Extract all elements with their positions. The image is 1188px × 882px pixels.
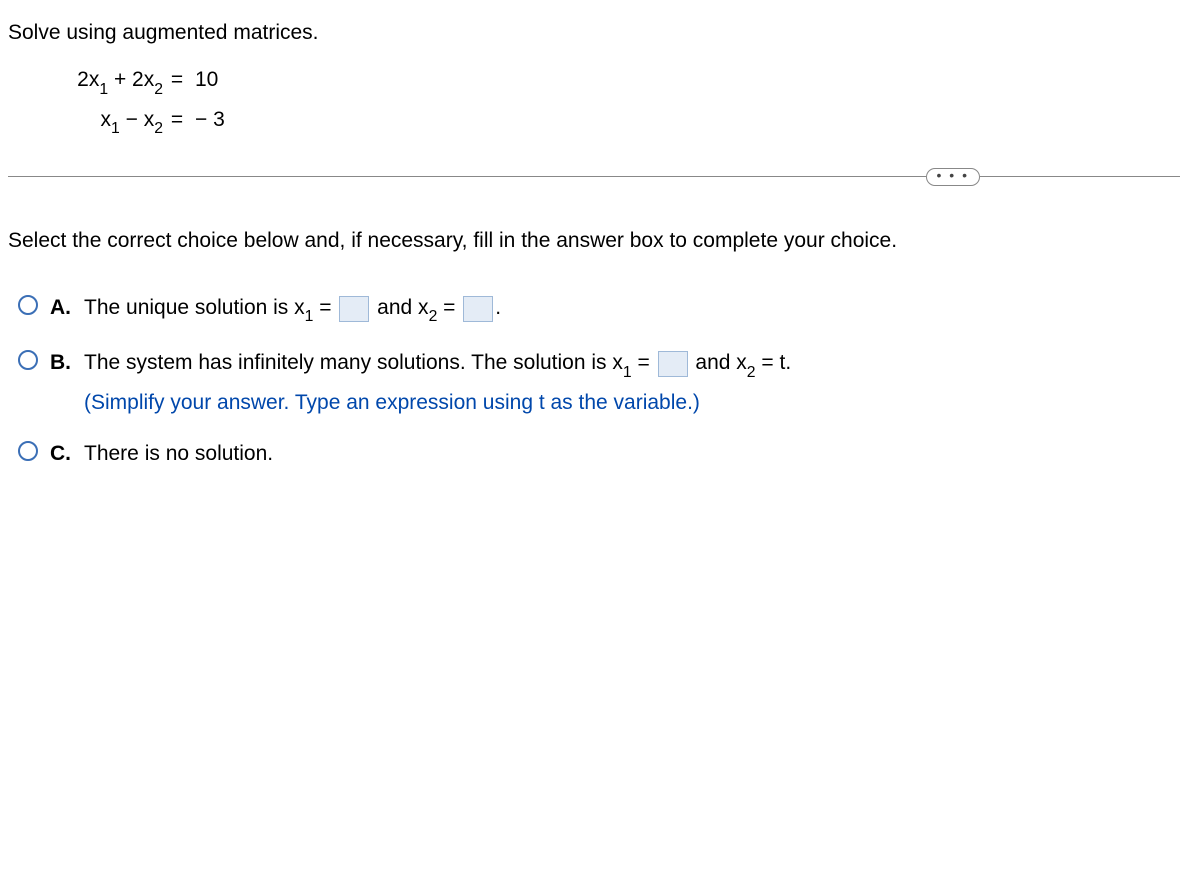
choice-c-row: C. There is no solution. [18,437,1180,468]
choice-a-input-1[interactable] [339,296,369,322]
choice-b-sub2: 2 [747,364,756,381]
section-divider: • • • [8,168,1180,186]
choice-a-sub2: 2 [429,308,438,325]
choice-a-body: The unique solution is x1 = and x2 = . [84,291,1180,326]
eq2-term1: x [101,108,112,131]
radio-b[interactable] [18,350,38,370]
divider-line-right [980,176,1180,177]
question-prompt: Solve using augmented matrices. [8,18,1180,47]
instruction-text: Select the correct choice below and, if … [8,226,1180,255]
equation-block: 2x1 + 2x2 = 10 x1 − x2 = − 3 [63,65,1180,137]
radio-c[interactable] [18,441,38,461]
choice-a-row: A. The unique solution is x1 = and x2 = … [18,291,1180,326]
eq1-term2: 2x [132,68,154,91]
choice-a-text1: The unique solution is x [84,296,305,319]
choice-b-body: The system has infinitely many solutions… [84,346,1180,417]
eq2-term2: x [144,108,155,131]
eq2-op: − [120,108,144,131]
eq2-equals: = [163,105,191,138]
eq2-sub1: 1 [111,120,120,137]
divider-line-left [8,176,926,177]
choice-a-text4: = [437,296,461,319]
choice-b-label: B. [50,346,84,377]
eq1-term1: 2x [77,68,99,91]
choice-a-sub1: 1 [305,308,314,325]
choice-a-text3: and x [371,296,428,319]
choice-b-text4: = t. [756,351,792,374]
choice-a-input-2[interactable] [463,296,493,322]
equation-2: x1 − x2 = − 3 [63,105,1180,138]
choice-b-text3: and x [690,351,747,374]
eq2-rhs: − 3 [191,105,225,138]
eq2-sub2: 2 [154,120,163,137]
choice-a-text2: = [313,296,337,319]
choice-b-sub1: 1 [623,364,632,381]
eq1-rhs: 10 [191,65,218,98]
choice-a-label: A. [50,291,84,322]
choice-b-text1: The system has infinitely many solutions… [84,351,623,374]
more-options-pill[interactable]: • • • [926,168,980,186]
eq1-sub2: 2 [154,81,163,98]
choice-c-text1: There is no solution. [84,442,273,465]
choice-b-input-1[interactable] [658,351,688,377]
eq1-equals: = [163,65,191,98]
equation-1: 2x1 + 2x2 = 10 [63,65,1180,98]
radio-a[interactable] [18,295,38,315]
choice-b-text2: = [632,351,656,374]
choice-b-row: B. The system has infinitely many soluti… [18,346,1180,417]
choice-c-body: There is no solution. [84,437,1180,468]
choice-b-hint: (Simplify your answer. Type an expressio… [84,388,1180,417]
eq1-sub1: 1 [99,81,108,98]
choice-c-label: C. [50,437,84,468]
choice-a-text5: . [495,296,501,319]
eq1-op: + [108,68,132,91]
